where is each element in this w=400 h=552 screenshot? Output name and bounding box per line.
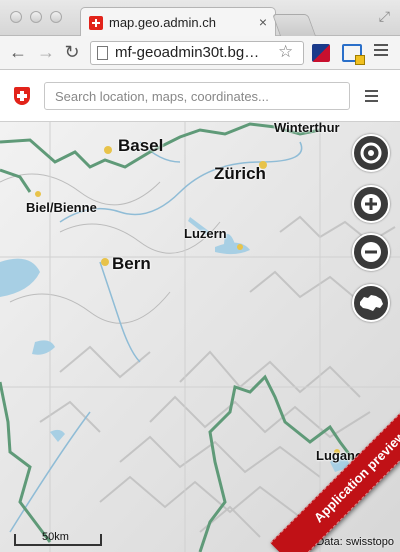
maximize-window-button[interactable] <box>50 11 62 23</box>
map-view[interactable]: Basel Winterthur Zürich Biel/Bienne Luze… <box>0 122 400 552</box>
back-button[interactable]: ← <box>8 42 28 63</box>
tab-title: map.geo.admin.ch <box>109 15 216 30</box>
scale-label: 50km <box>42 531 69 543</box>
plus-icon <box>361 194 381 214</box>
scale-bar: 50km <box>14 531 102 546</box>
page-icon <box>97 46 108 60</box>
new-tab-button[interactable] <box>271 14 317 36</box>
forward-button[interactable]: → <box>36 42 56 63</box>
city-label: Bern <box>112 254 151 273</box>
zoom-out-button[interactable] <box>352 233 390 271</box>
minimize-window-button[interactable] <box>30 11 42 23</box>
browser-tab-bar: map.geo.admin.ch × ⤢ <box>0 0 400 36</box>
swiss-flag-icon <box>89 16 103 30</box>
city-label: Luzern <box>184 226 227 241</box>
swiss-confederation-logo[interactable] <box>14 87 30 105</box>
browser-tab[interactable]: map.geo.admin.ch × <box>80 7 276 36</box>
fullscreen-icon[interactable]: ⤢ <box>379 8 390 25</box>
attribution[interactable]: Data: swisstopo <box>316 536 394 548</box>
minus-icon <box>361 242 381 262</box>
search-input[interactable] <box>44 82 350 110</box>
browser-toolbar: ← → ↻ mf-geoadmin30t.bg… ☆ <box>0 36 400 70</box>
city-label: Winterthur <box>274 122 340 135</box>
chrome-menu-icon[interactable] <box>374 44 388 59</box>
switzerland-icon <box>360 295 383 311</box>
zoom-in-button[interactable] <box>352 185 390 223</box>
reload-button[interactable]: ↻ <box>62 42 82 63</box>
zoom-to-extent-button[interactable] <box>352 284 390 322</box>
extension-flag-icon[interactable] <box>312 44 330 62</box>
extension-cast-icon[interactable] <box>342 44 365 65</box>
app-header <box>0 70 400 122</box>
target-icon <box>360 142 382 164</box>
close-window-button[interactable] <box>10 11 22 23</box>
tab-close-icon[interactable]: × <box>259 14 267 30</box>
city-label: Biel/Bienne <box>26 200 97 215</box>
city-label: Zürich <box>214 164 266 183</box>
city-label: Basel <box>118 136 164 155</box>
menu-icon[interactable] <box>365 90 378 105</box>
url-text[interactable]: mf-geoadmin30t.bg… <box>115 44 259 61</box>
locate-button[interactable] <box>352 134 390 172</box>
address-bar[interactable]: mf-geoadmin30t.bg… <box>90 41 304 65</box>
